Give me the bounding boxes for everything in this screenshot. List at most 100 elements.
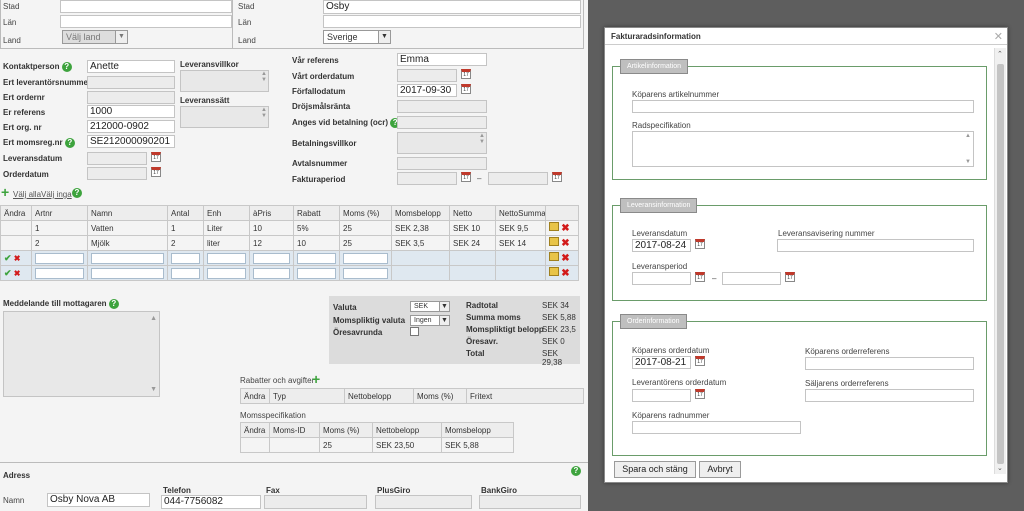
calendar-icon[interactable]: 17 [461,69,471,79]
lev-orderdatum-input[interactable] [632,389,691,402]
momsvaluta-select[interactable]: Ingen ▼ [410,315,450,326]
add-discount-plus-icon[interactable]: + [312,371,320,387]
radnr-input[interactable] [632,421,801,434]
edit-icon[interactable] [549,222,559,231]
radspec-textarea[interactable]: ▲ ▼ [632,131,974,167]
levvillkor-listbox[interactable]: ▲ ▼ [180,70,269,92]
salj-orderref-input[interactable] [805,389,974,402]
calendar-icon[interactable]: 17 [695,356,705,366]
stad-input[interactable] [60,0,232,13]
ordernr-input[interactable] [87,91,175,104]
kop-orderdatum-input[interactable]: 2017-08-21 [632,356,691,369]
artnr-input[interactable] [35,252,84,264]
delete-icon[interactable]: ✖ [14,254,21,263]
help-icon[interactable]: ? [61,62,72,72]
calendar-icon[interactable]: 17 [785,272,795,282]
betvillkor-listbox[interactable]: ▲ ▼ [397,132,487,154]
rabatt-input[interactable] [297,252,336,264]
scroll-up-icon[interactable]: ⌃ [997,50,1003,58]
referens-input[interactable]: 1000 [87,105,175,118]
lan-input[interactable] [60,15,232,28]
kop-orderref-input[interactable] [805,357,974,370]
help-icon[interactable]: ? [108,299,119,309]
levavis-input[interactable] [777,239,974,252]
levdatum-input[interactable]: 2017-08-24 [632,239,691,252]
enh-input[interactable] [207,267,246,279]
help-icon[interactable]: ? [571,466,581,476]
scrollbar-thumb[interactable] [997,64,1004,464]
pris-input[interactable] [253,267,290,279]
scrollbar[interactable]: ⌃ ⌄ [994,48,1006,474]
namn-input[interactable]: Osby Nova AB [47,493,150,507]
land-select[interactable]: Välj land ▼ [62,30,128,44]
new-row[interactable]: ✔ ✖ ✖ [0,265,579,281]
meddelande-textarea[interactable]: ▲ ▼ [3,311,160,397]
levsatt-listbox[interactable]: ▲ ▼ [180,106,269,128]
orderdatum-input[interactable] [87,167,147,180]
calendar-icon[interactable]: 17 [461,84,471,94]
edit-icon[interactable] [549,252,559,261]
levperiod-end-input[interactable] [722,272,781,285]
period-end-input[interactable] [488,172,548,185]
levperiod-start-input[interactable] [632,272,691,285]
table-row[interactable]: 2 Mjölk 2 liter 12 10 25 SEK 3,5 SEK 24 … [0,235,579,251]
antal-input[interactable] [171,267,200,279]
varorderdatum-input[interactable] [397,69,457,82]
calendar-icon[interactable]: 17 [151,152,161,162]
close-icon[interactable]: ✕ [994,30,1003,43]
drojsmal-input[interactable] [397,100,487,113]
help-icon[interactable]: ? [64,138,75,148]
telefon-input[interactable]: 044-7756082 [161,495,261,509]
calendar-icon[interactable]: 17 [695,272,705,282]
valuta-select[interactable]: SEK ▼ [410,301,450,312]
cancel-button[interactable]: Avbryt [699,461,741,478]
select-none-link[interactable]: Välj inga [41,190,72,199]
delete-icon[interactable]: ✖ [561,238,569,249]
calendar-icon[interactable]: 17 [695,239,705,249]
delete-icon[interactable]: ✖ [561,223,569,234]
check-icon[interactable]: ✔ [4,253,12,263]
fax-input[interactable] [264,495,367,509]
artnr-input[interactable] [632,100,974,113]
check-icon[interactable]: ✔ [4,268,12,278]
namn-input[interactable] [91,252,164,264]
levnr-input[interactable] [87,76,175,89]
table-row[interactable]: 1 Vatten 1 Liter 10 5% 25 SEK 2,38 SEK 1… [0,220,579,236]
orgnr-input[interactable]: 212000-0902 [87,120,175,133]
scroll-down-icon[interactable]: ⌄ [997,464,1003,472]
moms-input[interactable]: SE212000090201 [87,135,175,148]
delete-icon[interactable]: ✖ [14,269,21,278]
moms-input[interactable] [343,267,388,279]
edit-icon[interactable] [549,237,559,246]
stad2-input[interactable]: Osby [323,0,581,14]
bankgiro-input[interactable] [479,495,581,509]
add-row-plus-icon[interactable]: + [1,185,9,199]
calendar-icon[interactable]: 17 [461,172,471,182]
ocr-input[interactable] [397,116,487,129]
moms-input[interactable] [343,252,388,264]
land2-select[interactable]: Sverige ▼ [323,30,391,44]
lan2-input[interactable] [323,15,581,28]
select-all-link[interactable]: Välj alla [13,190,41,199]
save-and-close-button[interactable]: Spara och stäng [614,461,696,478]
kontaktperson-input[interactable]: Anette [87,60,175,73]
ores-checkbox[interactable] [410,327,419,336]
calendar-icon[interactable]: 17 [695,389,705,399]
edit-icon[interactable] [549,267,559,276]
forfallo-input[interactable]: 2017-09-30 [397,84,457,97]
pris-input[interactable] [253,252,290,264]
avtal-input[interactable] [397,157,487,170]
antal-input[interactable] [171,252,200,264]
calendar-icon[interactable]: 17 [151,167,161,177]
namn-input[interactable] [91,267,164,279]
plusgiro-input[interactable] [375,495,472,509]
new-row[interactable]: ✔ ✖ ✖ [0,250,579,266]
delete-icon[interactable]: ✖ [561,268,569,279]
delete-icon[interactable]: ✖ [561,253,569,264]
artnr-input[interactable] [35,267,84,279]
period-start-input[interactable] [397,172,457,185]
enh-input[interactable] [207,252,246,264]
varref-input[interactable]: Emma [397,53,487,66]
rabatt-input[interactable] [297,267,336,279]
levdatum-input[interactable] [87,152,147,165]
